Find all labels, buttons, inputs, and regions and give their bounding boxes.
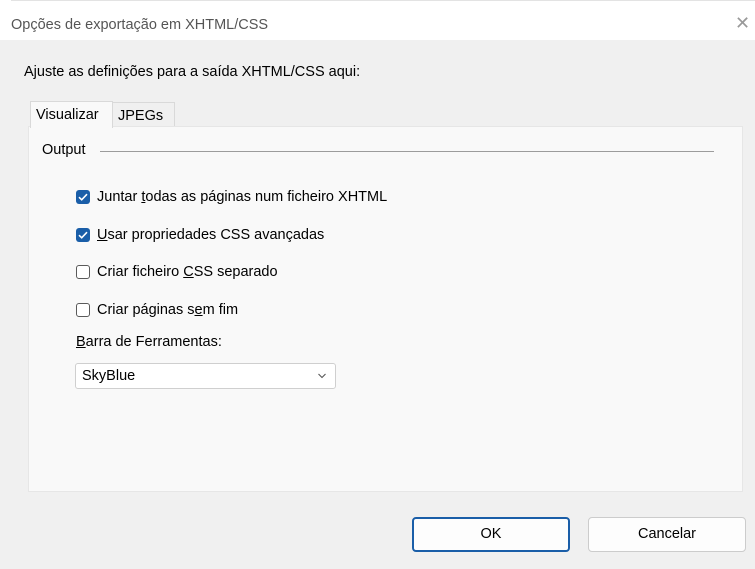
close-icon[interactable]: ✕ [735, 14, 750, 32]
tab-visualizar[interactable]: Visualizar [30, 101, 113, 128]
checkmark-icon [78, 231, 88, 239]
checkmark-icon [78, 193, 88, 201]
toolbar-label: Barra de Ferramentas: [76, 334, 222, 350]
separate-css-checkbox-row[interactable]: Criar ficheiro CSS separado [76, 263, 278, 281]
chevron-down-icon [318, 373, 326, 379]
merge-pages-checkbox[interactable] [76, 190, 90, 204]
title-bar-top-border [11, 0, 755, 1]
merge-pages-checkbox-row[interactable]: Juntar todas as páginas num ficheiro XHT… [76, 188, 387, 206]
endless-pages-label: Criar páginas sem fim [97, 302, 239, 318]
separate-css-checkbox[interactable] [76, 265, 90, 279]
endless-pages-checkbox[interactable] [76, 303, 90, 317]
toolbar-select-value: SkyBlue [82, 368, 136, 384]
separate-css-label: Criar ficheiro CSS separado [97, 264, 278, 280]
ok-button[interactable]: OK [412, 517, 570, 552]
group-divider [100, 151, 714, 152]
advanced-css-label: Usar propriedades CSS avançadas [97, 227, 325, 243]
cancel-button[interactable]: Cancelar [588, 517, 746, 552]
advanced-css-checkbox-row[interactable]: Usar propriedades CSS avançadas [76, 226, 324, 244]
toolbar-select[interactable]: SkyBlue [75, 363, 336, 389]
output-group-label: Output [42, 142, 86, 158]
endless-pages-checkbox-row[interactable]: Criar páginas sem fim [76, 301, 238, 319]
tab-jpegs[interactable]: JPEGs [113, 102, 175, 127]
merge-pages-label: Juntar todas as páginas num ficheiro XHT… [97, 189, 388, 205]
window-title: Opções de exportação em XHTML/CSS [11, 17, 269, 33]
title-bar: Opções de exportação em XHTML/CSS ✕ [0, 0, 755, 40]
instructions-text: Ajuste as definições para a saída XHTML/… [24, 64, 361, 80]
advanced-css-checkbox[interactable] [76, 228, 90, 242]
